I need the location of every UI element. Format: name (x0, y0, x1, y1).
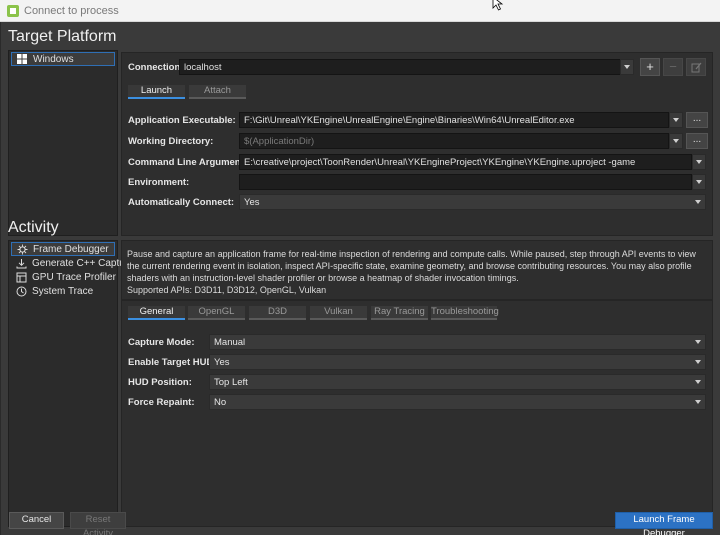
platform-item-windows[interactable]: Windows (11, 52, 115, 66)
working-dir-dropdown-button[interactable] (669, 133, 683, 149)
platform-item-label: Windows (33, 53, 74, 65)
minus-icon: − (669, 59, 677, 74)
tab-ray-tracing[interactable]: Ray Tracing (371, 306, 428, 320)
activity-description-panel: Pause and capture an application frame f… (121, 240, 713, 300)
chevron-down-icon (673, 118, 679, 122)
tab-d3d[interactable]: D3D (249, 306, 306, 320)
chevron-down-icon (695, 380, 701, 384)
chevron-down-icon (695, 200, 701, 204)
auto-connect-label: Automatically Connect: (128, 197, 235, 208)
hud-position-value: Top Left (214, 377, 248, 388)
app-exe-input[interactable]: F:\Git\Unreal\YKEngine\UnrealEngine\Engi… (239, 112, 669, 128)
activity-item-label: GPU Trace Profiler (32, 271, 116, 283)
activity-item-label: System Trace (32, 285, 94, 297)
enable-hud-select[interactable]: Yes (209, 354, 706, 370)
connection-panel: Connection: localhost + − Launch Attach … (121, 52, 713, 236)
activity-settings-panel: General OpenGL D3D Vulkan Ray Tracing Tr… (121, 300, 713, 527)
hud-position-select[interactable]: Top Left (209, 374, 706, 390)
chevron-down-icon (696, 180, 702, 184)
cmd-args-label: Command Line Arguments: (128, 157, 253, 168)
connection-input[interactable]: localhost (179, 59, 634, 75)
edit-connection-button[interactable] (686, 58, 706, 76)
trace-icon (15, 271, 27, 283)
clock-icon (15, 285, 27, 297)
activity-item-system-trace[interactable]: System Trace (11, 284, 93, 298)
app-exe-dropdown-button[interactable] (669, 112, 683, 128)
plus-icon: + (646, 59, 654, 74)
cmd-args-input[interactable]: E:\creative\project\ToonRender\Unreal\YK… (239, 154, 692, 170)
cmd-args-dropdown-button[interactable] (692, 154, 706, 170)
chevron-down-icon (624, 65, 630, 69)
bug-icon (16, 243, 28, 255)
environment-dropdown-button[interactable] (692, 174, 706, 190)
environment-label: Environment: (128, 177, 190, 188)
download-icon (15, 257, 27, 269)
add-connection-button[interactable]: + (640, 58, 660, 76)
activity-item-label: Frame Debugger (33, 243, 109, 255)
activity-description: Pause and capture an application frame f… (127, 249, 696, 283)
chevron-down-icon (695, 340, 701, 344)
tab-vulkan[interactable]: Vulkan (310, 306, 367, 320)
enable-hud-label: Enable Target HUD: (128, 357, 217, 368)
activity-list: Frame Debugger Generate C++ Capture GPU … (8, 240, 134, 527)
auto-connect-value: Yes (244, 197, 260, 208)
app-logo-icon (7, 5, 19, 17)
activity-item-generate-cpp-capture[interactable]: Generate C++ Capture (11, 256, 134, 270)
mouse-cursor-icon (492, 0, 504, 11)
working-dir-browse-button[interactable]: ... (686, 133, 708, 149)
enable-hud-value: Yes (214, 357, 230, 368)
activity-item-frame-debugger[interactable]: Frame Debugger (11, 242, 115, 256)
window-title: Connect to process (24, 5, 119, 17)
activity-heading: Activity (8, 219, 59, 236)
capture-mode-label: Capture Mode: (128, 337, 195, 348)
edit-icon (691, 62, 701, 73)
supported-apis: Supported APIs: D3D11, D3D12, OpenGL, Vu… (127, 285, 327, 295)
tab-troubleshooting[interactable]: Troubleshooting (431, 306, 499, 320)
chevron-down-icon (695, 400, 701, 404)
auto-connect-select[interactable]: Yes (239, 194, 706, 210)
hud-position-label: HUD Position: (128, 377, 192, 388)
app-exe-browse-button[interactable]: ... (686, 112, 708, 128)
environment-input[interactable] (239, 174, 692, 190)
tab-launch[interactable]: Launch (128, 85, 185, 99)
tab-general[interactable]: General (128, 306, 185, 320)
cancel-button[interactable]: Cancel (9, 512, 64, 529)
tab-attach[interactable]: Attach (189, 85, 246, 99)
tab-opengl[interactable]: OpenGL (188, 306, 245, 320)
chevron-down-icon (673, 139, 679, 143)
windows-logo-icon (16, 53, 28, 65)
activity-item-gpu-trace-profiler[interactable]: GPU Trace Profiler (11, 270, 116, 284)
chevron-down-icon (696, 160, 702, 164)
platform-list: Windows (8, 50, 118, 236)
working-dir-label: Working Directory: (128, 136, 214, 147)
force-repaint-label: Force Repaint: (128, 397, 195, 408)
activity-item-label: Generate C++ Capture (32, 257, 134, 269)
working-dir-input[interactable]: $(ApplicationDir) (239, 133, 669, 149)
connect-dialog: Target Platform Windows Connection: loca… (0, 22, 720, 535)
connection-label: Connection: (128, 62, 184, 73)
title-bar: Connect to process (0, 0, 720, 22)
capture-mode-select[interactable]: Manual (209, 334, 706, 350)
force-repaint-value: No (214, 397, 227, 408)
remove-connection-button[interactable]: − (663, 58, 683, 76)
target-platform-heading: Target Platform (8, 28, 117, 45)
app-exe-label: Application Executable: (128, 115, 236, 126)
capture-mode-value: Manual (214, 337, 246, 348)
launch-frame-debugger-button[interactable]: Launch Frame Debugger (615, 512, 713, 535)
force-repaint-select[interactable]: No (209, 394, 706, 410)
reset-activity-button[interactable]: Reset Activity (70, 512, 126, 535)
connection-dropdown-button[interactable] (620, 59, 634, 75)
chevron-down-icon (695, 360, 701, 364)
